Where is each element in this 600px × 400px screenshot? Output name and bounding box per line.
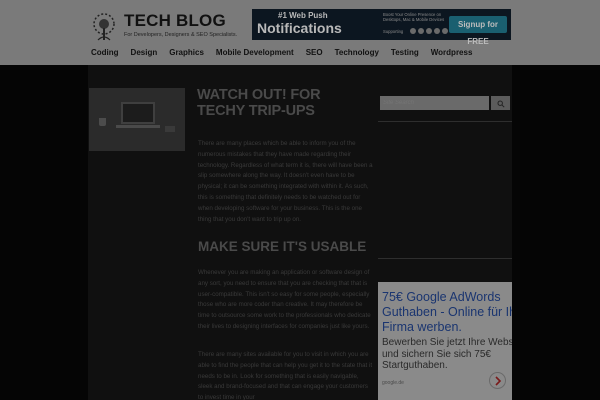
- google-ad-title[interactable]: 75€ Google AdWords Guthaben - Online für…: [382, 290, 512, 335]
- chevron-right-icon: [495, 376, 502, 386]
- post-paragraph: There are many places which be able to i…: [198, 140, 373, 223]
- site-search: [380, 96, 511, 114]
- cup-image: [99, 118, 106, 126]
- laptop-image: [121, 102, 155, 124]
- search-input[interactable]: [380, 96, 489, 110]
- search-icon: [497, 100, 505, 108]
- web-push-ad-banner[interactable]: #1 Web Push Notifications Boost Your Onl…: [252, 9, 511, 46]
- main-content: WATCH OUT! FOR TECHY TRIP-UPS There are …: [88, 65, 512, 400]
- logo-title: TECH BLOG: [124, 11, 226, 30]
- sidebar-divider: [378, 121, 512, 122]
- nav-item-seo[interactable]: SEO: [300, 43, 329, 65]
- site-header: TECH BLOG For Developers, Designers & SE…: [0, 0, 600, 65]
- ad-description: Boost Your Online Presence on Desktops, …: [383, 12, 445, 22]
- nav-item-wordpress[interactable]: Wordpress: [425, 43, 479, 65]
- browser-icon: [418, 28, 424, 34]
- browser-icon: [442, 28, 448, 34]
- search-button[interactable]: [491, 96, 510, 110]
- google-ad-description: Bewerben Sie jetzt Ihre Website und sich…: [382, 337, 512, 372]
- browser-icon: [426, 28, 432, 34]
- nav-item-technology[interactable]: Technology: [329, 43, 385, 65]
- google-ad[interactable]: 75€ Google AdWords Guthaben - Online für…: [378, 282, 512, 400]
- logo-tagline: For Developers, Designers & SEO Speciali…: [124, 32, 238, 38]
- ad-headline-large: Notifications: [257, 20, 342, 36]
- phone-image: [165, 126, 175, 132]
- laptop-base-image: [116, 125, 160, 128]
- nav-item-testing[interactable]: Testing: [385, 43, 425, 65]
- nav-item-mobile-development[interactable]: Mobile Development: [210, 43, 300, 65]
- post-paragraph: Whenever you are making an application o…: [198, 269, 371, 330]
- site-logo[interactable]: TECH BLOG For Developers, Designers & SE…: [88, 10, 248, 44]
- browser-icons: [410, 28, 448, 34]
- nav-item-coding[interactable]: Coding: [85, 43, 125, 65]
- ad-headline: #1 Web Push: [278, 11, 328, 20]
- post-thumbnail[interactable]: [89, 88, 185, 151]
- browser-icon: [410, 28, 416, 34]
- post-title[interactable]: WATCH OUT! FOR TECHY TRIP-UPS: [197, 87, 372, 119]
- post-subheading: MAKE SURE IT'S USABLE: [198, 239, 367, 254]
- ad-next-button[interactable]: [489, 372, 506, 389]
- main-nav: Coding Design Graphics Mobile Developmen…: [85, 43, 478, 65]
- ad-supporting-label: Supporting: [383, 29, 404, 34]
- sidebar-divider: [378, 258, 512, 259]
- nav-item-graphics[interactable]: Graphics: [163, 43, 210, 65]
- post-paragraph: There are many sites available for you t…: [198, 351, 373, 400]
- signup-button[interactable]: Signup for FREE: [449, 16, 507, 46]
- tree-logo-icon: [93, 13, 115, 41]
- browser-icon: [434, 28, 440, 34]
- google-ad-domain: google.de: [382, 380, 404, 386]
- nav-item-design[interactable]: Design: [125, 43, 164, 65]
